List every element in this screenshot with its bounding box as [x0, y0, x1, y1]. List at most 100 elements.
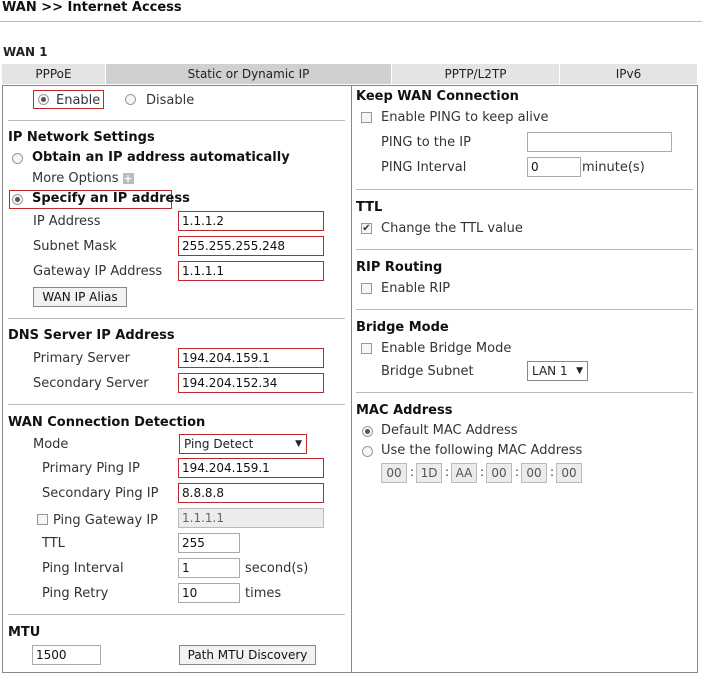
enable-rip-checkbox[interactable]: [361, 283, 372, 294]
custom-mac-radio[interactable]: [362, 446, 373, 457]
mode-select-value: Ping Detect: [184, 437, 254, 451]
enable-bridge-checkbox[interactable]: [361, 343, 372, 354]
disable-radio[interactable]: [125, 94, 136, 105]
disable-label: Disable: [146, 93, 195, 108]
bridge-subnet-value: LAN 1: [532, 364, 568, 378]
primary-ping-input[interactable]: 194.204.159.1: [178, 458, 324, 478]
ip-address-input[interactable]: 1.1.1.2: [178, 211, 324, 231]
ping-interval-input[interactable]: 1: [178, 558, 240, 578]
ping-gateway-input: 1.1.1.1: [178, 508, 324, 528]
secondary-ping-input[interactable]: 8.8.8.8: [178, 483, 324, 503]
bridge-subnet-label: Bridge Subnet: [381, 364, 474, 379]
keep-ping-interval-unit: minute(s): [582, 160, 645, 175]
mode-select[interactable]: Ping Detect ▼: [179, 434, 307, 454]
mac-title: MAC Address: [356, 403, 453, 418]
keep-ping-interval-input[interactable]: 0: [527, 157, 581, 177]
ping-retry-label: Ping Retry: [42, 586, 109, 601]
ttl-label: TTL: [42, 536, 65, 551]
divider: [356, 189, 693, 190]
more-options-link[interactable]: More Options +: [32, 171, 134, 186]
divider: [8, 404, 345, 405]
rip-title: RIP Routing: [356, 260, 443, 275]
secondary-dns-label: Secondary Server: [33, 376, 149, 391]
specify-ip-label: Specify an IP address: [32, 191, 190, 206]
tab-static-dynamic-ip[interactable]: Static or Dynamic IP: [106, 64, 392, 84]
mtu-title: MTU: [8, 625, 41, 640]
header-divider: [0, 21, 702, 22]
mac-octet-3: AA: [451, 463, 477, 483]
wan-ip-alias-button[interactable]: WAN IP Alias: [33, 287, 127, 307]
subnet-mask-input[interactable]: 255.255.255.248: [178, 236, 324, 256]
obtain-auto-label: Obtain an IP address automatically: [32, 150, 290, 165]
bridge-title: Bridge Mode: [356, 320, 449, 335]
divider: [356, 249, 693, 250]
ip-settings-title: IP Network Settings: [8, 130, 155, 145]
mtu-input[interactable]: 1500: [32, 645, 101, 665]
mac-octet-2: 1D: [416, 463, 442, 483]
dropdown-arrow-icon: ▼: [576, 366, 583, 376]
more-options-label: More Options: [32, 171, 119, 186]
default-mac-label: Default MAC Address: [381, 423, 518, 438]
path-mtu-discovery-button[interactable]: Path MTU Discovery: [179, 645, 316, 665]
gateway-ip-input[interactable]: 1.1.1.1: [178, 261, 324, 281]
primary-ping-label: Primary Ping IP: [42, 461, 140, 476]
ping-gateway-label: Ping Gateway IP: [53, 513, 159, 528]
ttl-title: TTL: [356, 200, 383, 215]
breadcrumb: WAN >> Internet Access: [2, 0, 182, 15]
mac-separator: :: [550, 465, 555, 479]
enable-rip-label: Enable RIP: [381, 281, 451, 296]
secondary-dns-input[interactable]: 194.204.152.34: [178, 373, 324, 393]
tab-ipv6[interactable]: IPv6: [560, 64, 698, 84]
ping-retry-input[interactable]: 10: [178, 583, 240, 603]
ping-to-ip-input[interactable]: [527, 132, 672, 152]
mac-separator: :: [515, 465, 520, 479]
ip-address-label: IP Address: [33, 214, 101, 229]
detection-title: WAN Connection Detection: [8, 415, 206, 430]
divider: [8, 120, 345, 121]
enable-bridge-label: Enable Bridge Mode: [381, 341, 512, 356]
subnet-mask-label: Subnet Mask: [33, 239, 117, 254]
enable-radio[interactable]: [38, 94, 49, 105]
mac-separator: :: [445, 465, 450, 479]
enable-ping-checkbox[interactable]: [361, 112, 372, 123]
plus-icon[interactable]: +: [122, 173, 134, 184]
obtain-auto-radio[interactable]: [12, 153, 23, 164]
dns-title: DNS Server IP Address: [8, 328, 175, 343]
divider: [8, 318, 345, 319]
mac-octet-6: 00: [556, 463, 582, 483]
tab-pppoe[interactable]: PPPoE: [2, 64, 106, 84]
primary-dns-label: Primary Server: [33, 351, 130, 366]
tab-pptp-l2tp[interactable]: PPTP/L2TP: [392, 64, 560, 84]
divider: [8, 614, 345, 615]
ping-interval-unit: second(s): [245, 561, 309, 576]
ping-interval-label: Ping Interval: [42, 561, 124, 576]
bridge-subnet-select[interactable]: LAN 1 ▼: [527, 361, 588, 381]
keep-ping-interval-label: PING Interval: [381, 160, 467, 175]
divider: [356, 392, 693, 393]
custom-mac-label: Use the following MAC Address: [381, 443, 583, 458]
tab-bar: PPPoE Static or Dynamic IP PPTP/L2TP IPv…: [2, 64, 698, 84]
change-ttl-checkbox[interactable]: ✔: [361, 223, 372, 234]
enable-ping-label: Enable PING to keep alive: [381, 110, 549, 125]
mac-separator: :: [410, 465, 415, 479]
default-mac-radio[interactable]: [362, 426, 373, 437]
specify-ip-radio[interactable]: [12, 194, 23, 205]
ping-gateway-checkbox[interactable]: [37, 514, 48, 525]
wan-title: WAN 1: [3, 45, 48, 59]
mac-octet-5: 00: [521, 463, 547, 483]
divider: [356, 309, 693, 310]
mode-label: Mode: [33, 437, 69, 452]
dropdown-arrow-icon: ▼: [295, 439, 302, 449]
mac-separator: :: [480, 465, 485, 479]
keep-wan-title: Keep WAN Connection: [356, 89, 519, 104]
gateway-ip-label: Gateway IP Address: [33, 264, 163, 279]
ttl-input[interactable]: 255: [178, 533, 240, 553]
ping-to-ip-label: PING to the IP: [381, 135, 471, 150]
enable-label: Enable: [56, 93, 101, 108]
ping-retry-unit: times: [245, 586, 282, 601]
mac-octet-1: 00: [381, 463, 407, 483]
secondary-ping-label: Secondary Ping IP: [42, 486, 159, 501]
change-ttl-label: Change the TTL value: [381, 221, 523, 236]
mac-octet-4: 00: [486, 463, 512, 483]
primary-dns-input[interactable]: 194.204.159.1: [178, 348, 324, 368]
